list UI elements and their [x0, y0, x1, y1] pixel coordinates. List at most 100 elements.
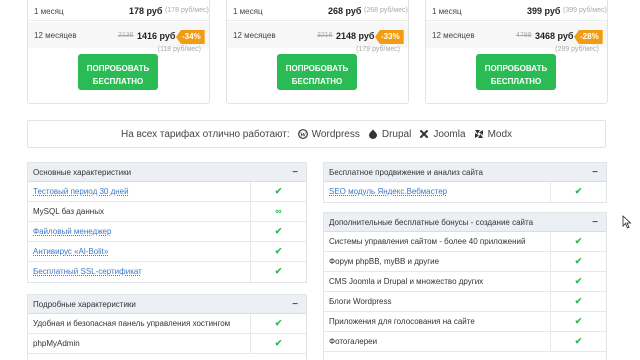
feature-row: Блоги Wordpress ✔ — [324, 292, 606, 312]
try-free-button[interactable]: ПОПРОБОВАТЬ БЕСПЛАТНО — [277, 54, 357, 90]
feature-row: Бесплатный SSL-сертификат ✔ — [28, 262, 306, 282]
old-price: 3216 — [317, 32, 333, 39]
try-button-line-2: БЕСПЛАТНО — [291, 76, 343, 86]
feature-row: Тестовый период 30 дней ✔ — [28, 182, 306, 202]
price-row-yearly: 12 месяцев 3216 2148 руб -33% (179 руб/м… — [227, 22, 408, 53]
price: 268 руб — [328, 6, 362, 16]
price-row-monthly: 1 месяц 178 руб (178 руб/мес) — [28, 1, 209, 21]
feature-link[interactable]: SEO модуль Яндекс.Вебмастер — [329, 187, 447, 196]
price-row-yearly: 12 месяцев 4788 3468 руб -28% (289 руб/м… — [426, 22, 607, 53]
joomla-icon — [420, 130, 429, 138]
panel-detailed-features: Подробные характеристики − Удобная и без… — [27, 294, 307, 360]
check-icon: ✔ — [250, 334, 306, 353]
feature-name: CMS Joomla и Drupal и множество других — [329, 277, 484, 286]
price-row-monthly: 1 месяц 268 руб (268 руб/мес) — [227, 1, 408, 21]
feature-name: Блоги Wordpress — [329, 297, 392, 306]
period-label: 12 месяцев — [34, 31, 77, 40]
feature-row: Приложения для голосования на сайте ✔ — [324, 312, 606, 332]
cms-name: Wordpress — [311, 128, 360, 140]
try-free-button[interactable]: ПОПРОБОВАТЬ БЕСПЛАТНО — [476, 54, 556, 90]
price: 2148 руб — [336, 31, 375, 41]
price: 399 руб — [527, 6, 561, 16]
feature-link[interactable]: Бесплатный SSL-сертификат — [33, 267, 142, 276]
feature-link[interactable]: Антивирус «Al-Bolit» — [33, 247, 108, 256]
feature-name: Удобная и безопасная панель управления х… — [33, 319, 231, 328]
discount-badge: -28% — [574, 30, 603, 44]
panel-header[interactable]: Дополнительные бесплатные бонусы - созда… — [324, 213, 606, 232]
price-row-yearly: 12 месяцев 2136 1416 руб -34% (118 руб/м… — [28, 22, 209, 53]
try-button-line-1: ПОПРОБОВАТЬ — [285, 63, 349, 73]
panel-site-building-bonuses: Дополнительные бесплатные бонусы - созда… — [323, 212, 607, 360]
try-free-button[interactable]: ПОПРОБОВАТЬ БЕСПЛАТНО — [78, 54, 158, 90]
feature-row: MySQL баз данных ∞ — [28, 202, 306, 222]
feature-name: Форум phpBB, myBB и другие — [329, 257, 440, 266]
panel-title: Бесплатное продвижение и анализ сайта — [329, 168, 483, 177]
plan-card-2: 1 месяц 268 руб (268 руб/мес) 12 месяцев… — [226, 0, 409, 104]
panel-title: Подробные характеристики — [33, 300, 136, 309]
feature-name: Фотогалереи — [329, 337, 378, 346]
check-icon: ✔ — [250, 222, 306, 241]
price: 1416 руб — [137, 31, 176, 41]
check-icon: ✔ — [250, 242, 306, 261]
per-month-price: (289 руб/мес) — [555, 46, 599, 53]
period-label: 12 месяцев — [233, 31, 276, 40]
price: 3468 руб — [535, 31, 574, 41]
plan-card-1: 1 месяц 178 руб (178 руб/мес) 12 месяцев… — [27, 0, 210, 104]
collapse-icon[interactable]: − — [292, 295, 298, 314]
feature-row: Фотогалереи ✔ — [324, 332, 606, 352]
period-label: 12 месяцев — [432, 31, 475, 40]
panel-header[interactable]: Основные характеристики − — [28, 163, 306, 182]
feature-link[interactable]: Тестовый период 30 дней — [33, 187, 129, 196]
feature-row: Форум phpBB, myBB и другие ✔ — [324, 252, 606, 272]
per-month-price: (268 руб/мес) — [364, 7, 408, 14]
feature-name: MySQL баз данных — [33, 207, 104, 216]
per-month-price: (178 руб/мес) — [165, 7, 209, 14]
check-icon: ✔ — [250, 182, 306, 201]
cms-modx: Modx — [474, 129, 512, 140]
check-icon: ✔ — [550, 182, 606, 202]
collapse-icon[interactable]: − — [292, 163, 298, 182]
check-icon: ✔ — [250, 262, 306, 282]
panel-title: Дополнительные бесплатные бонусы - созда… — [329, 218, 534, 227]
feature-link[interactable]: Файловый менеджер — [33, 227, 111, 236]
feature-row: Антивирус «Al-Bolit» ✔ — [28, 242, 306, 262]
price-row-monthly: 1 месяц 399 руб (399 руб/мес) — [426, 1, 607, 21]
cms-wordpress: W Wordpress — [297, 128, 360, 140]
feature-row: Файловый менеджер ✔ — [28, 222, 306, 242]
collapse-icon[interactable]: − — [592, 163, 598, 182]
cms-compatibility-bar: На всех тарифах отлично работают: W Word… — [27, 120, 606, 148]
try-button-line-2: БЕСПЛАТНО — [92, 76, 144, 86]
cms-name: Joomla — [433, 128, 466, 140]
cms-name: Drupal — [381, 128, 412, 140]
panel-seo-promotion: Бесплатное продвижение и анализ сайта − … — [323, 162, 607, 203]
feature-name: Приложения для голосования на сайте — [329, 317, 475, 326]
feature-row: phpMyAdmin ✔ — [28, 334, 306, 354]
drupal-icon — [368, 129, 377, 139]
cms-joomla: Joomla — [419, 128, 466, 140]
modx-icon — [474, 130, 483, 138]
period-label: 1 месяц — [233, 7, 263, 16]
check-icon: ✔ — [250, 314, 306, 333]
check-icon: ✔ — [550, 312, 606, 331]
period-label: 1 месяц — [432, 7, 462, 16]
try-button-line-2: БЕСПЛАТНО — [490, 76, 542, 86]
panel-title: Основные характеристики — [33, 168, 132, 177]
cms-drupal: Drupal — [368, 129, 411, 140]
discount-badge: -33% — [375, 30, 404, 44]
try-button-line-1: ПОПРОБОВАТЬ — [484, 63, 548, 73]
svg-text:W: W — [300, 132, 306, 138]
mouse-cursor-icon — [622, 215, 632, 229]
feature-name: phpMyAdmin — [33, 339, 80, 348]
panel-basic-features: Основные характеристики − Тестовый перио… — [27, 162, 307, 283]
panel-header[interactable]: Бесплатное продвижение и анализ сайта − — [324, 163, 606, 182]
check-icon: ✔ — [550, 232, 606, 251]
feature-row: CMS Joomla и Drupal и множество других ✔ — [324, 272, 606, 292]
check-icon: ✔ — [550, 272, 606, 291]
plan-card-3: 1 месяц 399 руб (399 руб/мес) 12 месяцев… — [425, 0, 608, 104]
old-price: 2136 — [118, 32, 134, 39]
collapse-icon[interactable]: − — [592, 213, 598, 232]
panel-header[interactable]: Подробные характеристики − — [28, 295, 306, 314]
check-icon: ✔ — [550, 332, 606, 351]
price: 178 руб — [129, 6, 163, 16]
infinity-icon: ∞ — [250, 202, 306, 221]
